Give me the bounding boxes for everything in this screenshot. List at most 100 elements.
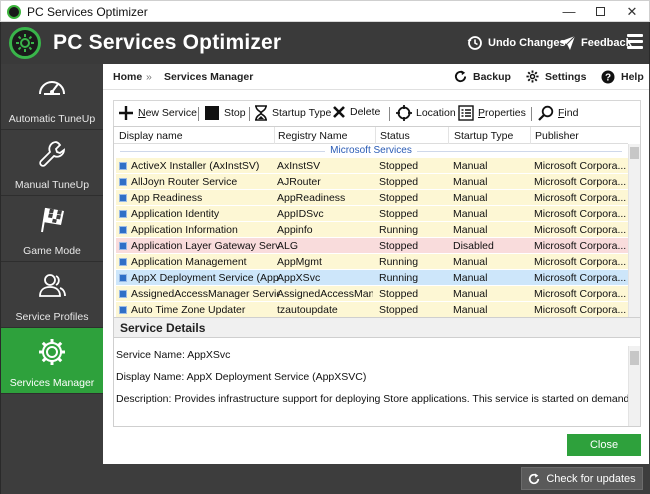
window-titlebar: PC Services Optimizer — ✕: [0, 0, 650, 22]
feedback-label: Feedback: [581, 37, 632, 49]
sidebar-item-service-profiles[interactable]: Service Profiles: [1, 262, 103, 328]
cell-display: Application Identity: [131, 208, 220, 220]
delete-button[interactable]: Delete: [332, 105, 380, 119]
cell-publisher: Microsoft Corpora...: [534, 176, 626, 188]
column-header-display-name[interactable]: Display name: [119, 130, 183, 142]
location-button[interactable]: Location: [396, 105, 456, 121]
properties-list-icon: [458, 105, 474, 121]
sidebar-item-manual-tuneup[interactable]: Manual TuneUp: [1, 130, 103, 196]
table-row[interactable]: AssignedAccessManager Service AssignedAcc…: [116, 286, 628, 302]
feedback-button[interactable]: Feedback: [558, 35, 632, 51]
close-button[interactable]: Close: [567, 434, 641, 456]
stop-button[interactable]: Stop: [204, 105, 246, 121]
settings-button[interactable]: Settings: [526, 70, 586, 83]
cell-display: Auto Time Zone Updater: [131, 304, 246, 316]
help-button[interactable]: ? Help: [601, 70, 644, 84]
cell-status: Stopped: [379, 240, 419, 252]
sidebar-item-automatic-tuneup[interactable]: Automatic TuneUp: [1, 64, 103, 130]
cell-registry: AppXSvc: [277, 272, 321, 284]
cell-registry: Appinfo: [277, 224, 313, 236]
settings-label: Settings: [545, 70, 587, 83]
maximize-button[interactable]: [585, 1, 615, 23]
table-row[interactable]: ActiveX Installer (AxInstSV) AxInstSV Stop…: [116, 158, 628, 174]
column-header-publisher[interactable]: Publisher: [535, 130, 579, 142]
service-icon: [119, 258, 127, 266]
startup-type-button[interactable]: Startup Type: [254, 105, 331, 121]
svg-text:?: ?: [605, 73, 611, 84]
minimize-button[interactable]: —: [554, 1, 584, 23]
speedometer-icon: [39, 81, 65, 95]
service-icon: [119, 194, 127, 202]
cell-publisher: Microsoft Corpora...: [534, 224, 626, 236]
cell-status: Stopped: [379, 304, 419, 316]
new-service-button[interactable]: New Service: [118, 105, 197, 121]
cell-startup: Manual: [453, 272, 488, 284]
sidebar-item-services-manager[interactable]: Services Manager: [1, 328, 103, 394]
gear-logo-icon: [16, 34, 34, 52]
backup-button[interactable]: Backup: [454, 70, 511, 83]
help-label: Help: [621, 71, 644, 83]
undo-changes-button[interactable]: Undo Changes: [467, 35, 566, 51]
app-title: PC Services Optimizer: [53, 31, 282, 54]
app-logo-icon: [7, 5, 21, 19]
plus-icon: [119, 106, 133, 120]
hamburger-menu-icon[interactable]: [627, 34, 643, 50]
window-title: PC Services Optimizer: [27, 5, 148, 19]
column-header-status[interactable]: Status: [380, 130, 410, 142]
table-row[interactable]: Application Layer Gateway Service ALG Stop…: [116, 238, 628, 254]
cell-startup: Manual: [453, 192, 488, 204]
cell-publisher: Microsoft Corpora...: [534, 240, 626, 252]
sidebar-item-label: Service Profiles: [15, 311, 89, 323]
cell-startup: Manual: [453, 288, 488, 300]
refresh-icon: [529, 472, 540, 484]
find-button[interactable]: Find: [538, 105, 578, 121]
cell-display: Application Layer Gateway Service: [131, 240, 279, 252]
table-row[interactable]: Auto Time Zone Updater tzautoupdate Stoppe…: [116, 302, 628, 317]
table-row[interactable]: AllJoyn Router Service AJRouter Stopped Man…: [116, 174, 628, 190]
cell-registry: AppMgmt: [277, 256, 322, 268]
cell-publisher: Microsoft Corpora...: [534, 288, 626, 300]
maximize-icon: [595, 7, 605, 16]
table-scrollbar[interactable]: [628, 144, 640, 317]
topbar: Home » Services Manager Backup Settings …: [103, 64, 649, 90]
table-row[interactable]: Application Management AppMgmt Running Manu…: [116, 254, 628, 270]
table-row[interactable]: Application Information Appinfo Running Man…: [116, 222, 628, 238]
cell-startup: Manual: [453, 256, 488, 268]
table-row[interactable]: App Readiness AppReadiness Stopped Manual Mi…: [116, 190, 628, 206]
check-for-updates-button[interactable]: Check for updates: [521, 467, 643, 490]
display-name-text: Display Name: AppX Deployment Service (A…: [116, 371, 367, 383]
find-label: Find: [558, 107, 579, 119]
properties-button[interactable]: Properties: [458, 105, 526, 121]
sidebar-item-game-mode[interactable]: Game Mode: [1, 196, 103, 262]
cell-registry: AppReadiness: [277, 192, 346, 204]
table-row[interactable]: Application Identity AppIDSvc Stopped Manua…: [116, 206, 628, 222]
breadcrumb-home[interactable]: Home: [113, 71, 142, 83]
gear-icon: [39, 339, 65, 365]
cell-status: Stopped: [379, 176, 419, 188]
cell-startup: Disabled: [453, 240, 494, 252]
cell-display: AssignedAccessManager Service: [131, 288, 279, 300]
cell-registry: tzautoupdate: [277, 304, 338, 316]
paper-plane-icon: [559, 35, 576, 50]
breadcrumb-separator: »: [146, 71, 152, 83]
services-table: Display name Registry Name Status Startu…: [113, 126, 641, 318]
details-scrollbar[interactable]: [628, 346, 640, 426]
table-row[interactable]: AppX Deployment Service (AppXS AppXSvc Run…: [116, 270, 628, 286]
cell-display: Application Information: [131, 224, 238, 236]
service-details-panel: Service Name: AppXSvc Display Name: AppX…: [113, 338, 641, 427]
delete-label: Delete: [350, 106, 381, 118]
sidebar-item-label: Manual TuneUp: [14, 179, 90, 191]
breadcrumb-current: Services Manager: [164, 71, 254, 83]
column-header-startup-type[interactable]: Startup Type: [454, 130, 513, 142]
cell-status: Running: [379, 256, 419, 268]
cell-registry: AJRouter: [277, 176, 321, 188]
sidebar-item-label: Services Manager: [9, 377, 95, 389]
cell-status: Running: [379, 224, 419, 236]
cell-registry: ALG: [277, 240, 299, 252]
location-label: Location: [416, 107, 456, 119]
group-header-microsoft-services: Microsoft Services: [114, 144, 628, 158]
help-icon: ?: [601, 70, 615, 84]
close-window-button[interactable]: ✕: [617, 1, 647, 23]
service-icon: [119, 210, 127, 218]
column-header-registry-name[interactable]: Registry Name: [278, 130, 347, 142]
